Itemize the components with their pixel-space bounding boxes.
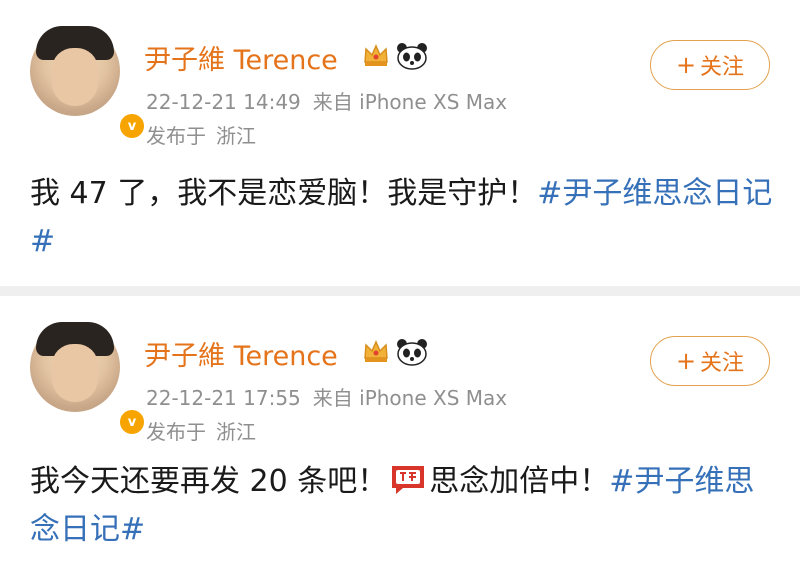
weibo-post: v 尹子維 Terence 22-12-21 14:49 来自 iPhone XS… bbox=[0, 0, 800, 286]
weibo-post: v 尹子維 Terence 22-12-21 17:55 来自 iPhone XS… bbox=[0, 296, 800, 571]
crown-icon bbox=[364, 340, 388, 362]
avatar-face bbox=[52, 48, 98, 106]
post-source: 来自 iPhone XS Max bbox=[312, 90, 508, 114]
plus-icon: + bbox=[675, 347, 697, 375]
verified-badge-icon: v bbox=[118, 408, 146, 436]
ganbei-emoji-icon bbox=[392, 466, 425, 494]
crown-icon bbox=[364, 44, 388, 66]
post-location: 发布于 浙江 bbox=[146, 416, 256, 445]
avatar[interactable]: v bbox=[30, 322, 146, 436]
follow-button[interactable]: + 关注 bbox=[650, 336, 770, 386]
weibo-feed: v 尹子維 Terence 22-12-21 14:49 来自 iPhone XS… bbox=[0, 0, 800, 571]
post-divider bbox=[0, 286, 800, 296]
panda-icon bbox=[397, 43, 427, 70]
follow-button[interactable]: + 关注 bbox=[650, 40, 770, 90]
verified-badge-icon: v bbox=[118, 112, 146, 140]
location-name: 浙江 bbox=[216, 420, 256, 444]
location-name: 浙江 bbox=[216, 124, 256, 148]
follow-label: 关注 bbox=[700, 55, 745, 80]
post-location: 发布于 浙江 bbox=[146, 120, 256, 149]
avatar-face bbox=[52, 344, 98, 402]
avatar[interactable]: v bbox=[30, 26, 146, 140]
panda-icon bbox=[397, 339, 427, 366]
post-content: 我今天还要再发 20 条吧！ 思念加倍中！#尹子维思念日记# bbox=[30, 458, 775, 554]
post-content: 我 47 了，我不是恋爱脑！我是守护！#尹子维思念日记# bbox=[30, 170, 775, 266]
location-prefix: 发布于 bbox=[146, 420, 206, 444]
location-prefix: 发布于 bbox=[146, 124, 206, 148]
post-timestamp[interactable]: 22-12-21 14:49 bbox=[146, 90, 301, 114]
username[interactable]: 尹子維 Terence bbox=[144, 38, 338, 77]
post-source: 来自 iPhone XS Max bbox=[312, 386, 508, 410]
post-text: 我今天还要再发 20 条吧！ bbox=[30, 464, 388, 499]
follow-label: 关注 bbox=[700, 351, 745, 376]
plus-icon: + bbox=[675, 51, 697, 79]
username[interactable]: 尹子維 Terence bbox=[144, 334, 338, 373]
post-meta: 22-12-21 14:49 来自 iPhone XS Max bbox=[146, 86, 507, 115]
post-text: 我 47 了，我不是恋爱脑！我是守护！ bbox=[30, 176, 538, 211]
post-meta: 22-12-21 17:55 来自 iPhone XS Max bbox=[146, 382, 507, 411]
post-text-continued: 思念加倍中！ bbox=[429, 464, 610, 499]
post-timestamp[interactable]: 22-12-21 17:55 bbox=[146, 386, 301, 410]
